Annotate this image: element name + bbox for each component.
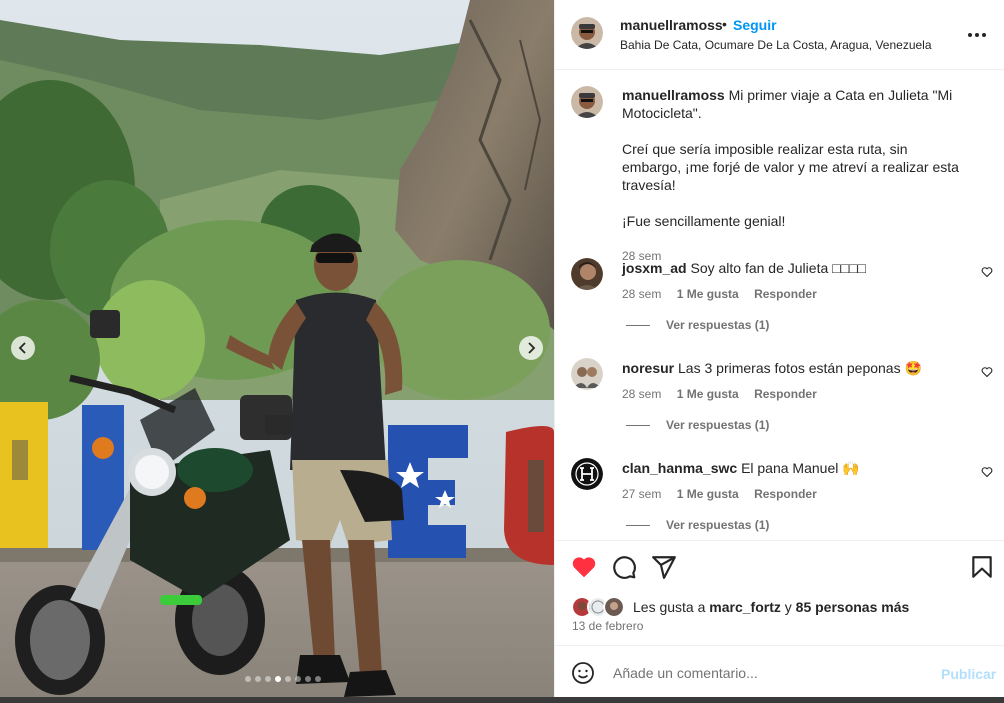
- replies-line: [626, 524, 650, 526]
- carousel-dot: [305, 676, 311, 682]
- liker-avatar: [603, 596, 625, 618]
- comment-text: Soy alto fan de Julieta □□□□: [690, 260, 866, 276]
- emoji-icon[interactable]: [571, 661, 595, 685]
- comment-like-heart-icon[interactable]: [981, 466, 993, 478]
- carousel-prev-button[interactable]: [11, 336, 35, 360]
- comment-text: El pana Manuel 🙌: [741, 460, 860, 476]
- comment-item: noresur Las 3 primeras fotos están pepon…: [571, 358, 993, 438]
- likes-summary[interactable]: Les gusta a marc_fortz y 85 personas más: [571, 596, 909, 618]
- comments-list[interactable]: manuellramoss Mi primer viaje a Cata en …: [555, 70, 1004, 540]
- comment-username[interactable]: josxm_ad: [622, 260, 687, 276]
- commenter-avatar[interactable]: [571, 258, 603, 290]
- comment-item: josxm_ad Soy alto fan de Julieta □□□□ 28…: [571, 258, 993, 338]
- photo-illustration: [0, 0, 554, 697]
- caption-username[interactable]: manuellramoss: [622, 87, 725, 103]
- likes-prefix: Les gusta a: [633, 599, 706, 615]
- likes-conj: y: [784, 599, 792, 615]
- commenter-avatar[interactable]: [571, 458, 603, 490]
- likes-others[interactable]: 85 personas más: [796, 599, 910, 615]
- view-replies-label: Ver respuestas (1): [666, 318, 770, 332]
- view-replies-label: Ver respuestas (1): [666, 418, 770, 432]
- comment-icon[interactable]: [611, 554, 637, 580]
- view-replies-button[interactable]: Ver respuestas (1): [626, 318, 769, 332]
- comment-username[interactable]: clan_hanma_swc: [622, 460, 737, 476]
- caption-text-2: Creí que sería imposible realizar esta r…: [622, 141, 959, 193]
- comment-likes[interactable]: 1 Me gusta: [677, 287, 739, 301]
- comment-username[interactable]: noresur: [622, 360, 674, 376]
- carousel-next-button[interactable]: [519, 336, 543, 360]
- publish-button[interactable]: Publicar: [941, 666, 996, 682]
- carousel-dot: [315, 676, 321, 682]
- caption-text-3: ¡Fue sencillamente genial!: [622, 213, 786, 229]
- post-date[interactable]: 13 de febrero: [572, 619, 643, 633]
- comment-text: Las 3 primeras fotos están peponas 🤩: [678, 360, 922, 376]
- follow-button[interactable]: Seguir: [733, 17, 777, 33]
- heart-icon[interactable]: [571, 554, 597, 580]
- share-icon[interactable]: [651, 554, 677, 580]
- author-username[interactable]: manuellramoss: [620, 17, 723, 33]
- comment-item: clan_hanma_swc El pana Manuel 🙌 27 sem 1…: [571, 458, 993, 538]
- comment-reply-button[interactable]: Responder: [754, 487, 817, 501]
- comment-like-heart-icon[interactable]: [981, 266, 993, 278]
- commenter-avatar[interactable]: [571, 358, 603, 390]
- comment-likes[interactable]: 1 Me gusta: [677, 487, 739, 501]
- comment-reply-button[interactable]: Responder: [754, 287, 817, 301]
- add-comment-bar: Publicar: [555, 645, 1004, 698]
- carousel-dot: [275, 676, 281, 682]
- more-options-button[interactable]: [967, 22, 987, 43]
- comment-time[interactable]: 28 sem: [622, 387, 661, 401]
- instagram-post-viewer: manuellramoss • Seguir Bahia De Cata, Oc…: [0, 0, 1004, 703]
- carousel-dot: [285, 676, 291, 682]
- comment-reply-button[interactable]: Responder: [754, 387, 817, 401]
- carousel-dot: [295, 676, 301, 682]
- view-replies-label: Ver respuestas (1): [666, 518, 770, 532]
- post-location[interactable]: Bahia De Cata, Ocumare De La Costa, Arag…: [620, 38, 932, 52]
- comment-time[interactable]: 28 sem: [622, 287, 661, 301]
- carousel-dot: [255, 676, 261, 682]
- comment-likes[interactable]: 1 Me gusta: [677, 387, 739, 401]
- caption-avatar[interactable]: [571, 86, 603, 118]
- more-icon: [968, 33, 986, 37]
- comment-input[interactable]: [611, 661, 915, 685]
- likes-user[interactable]: marc_fortz: [709, 599, 781, 615]
- chevron-right-icon: [528, 342, 536, 354]
- chevron-left-icon: [18, 342, 26, 354]
- carousel-dot: [245, 676, 251, 682]
- comment-like-heart-icon[interactable]: [981, 366, 993, 378]
- comment-time[interactable]: 27 sem: [622, 487, 661, 501]
- replies-line: [626, 424, 650, 426]
- view-replies-button[interactable]: Ver respuestas (1): [626, 418, 769, 432]
- post-photo[interactable]: [0, 0, 554, 697]
- window-bottom-strip: [0, 697, 1004, 703]
- replies-line: [626, 324, 650, 326]
- view-replies-button[interactable]: Ver respuestas (1): [626, 518, 769, 532]
- post-side-panel: manuellramoss • Seguir Bahia De Cata, Oc…: [554, 0, 1004, 697]
- bookmark-icon[interactable]: [969, 554, 995, 580]
- carousel-indicator: [0, 676, 554, 682]
- post-actions: Les gusta a marc_fortz y 85 personas más…: [555, 540, 1004, 646]
- header-separator: •: [722, 16, 727, 32]
- author-avatar[interactable]: [571, 17, 603, 49]
- carousel-dot: [265, 676, 271, 682]
- post-header: manuellramoss • Seguir Bahia De Cata, Oc…: [555, 0, 1004, 70]
